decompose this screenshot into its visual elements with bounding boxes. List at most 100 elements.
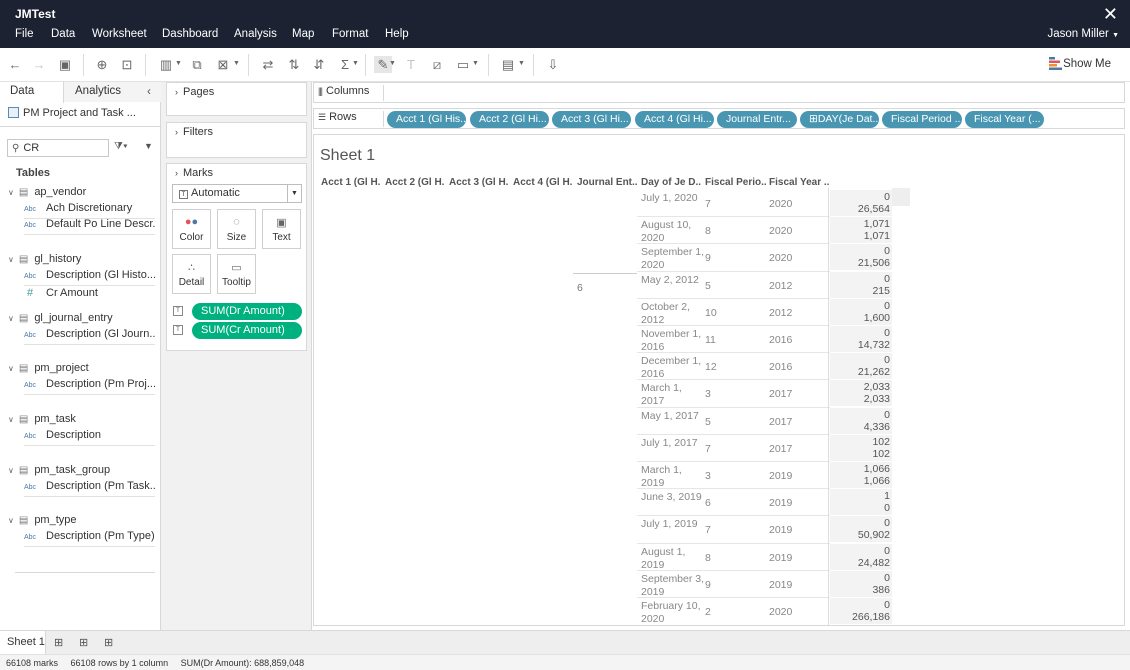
tab-data[interactable]: Data (0, 82, 64, 103)
forward-icon[interactable]: → (30, 56, 48, 73)
duplicate-sheet-icon[interactable]: ⧉ (188, 56, 206, 73)
show-me-button[interactable]: Show Me (1063, 58, 1111, 70)
show-me-icon[interactable] (1049, 57, 1062, 71)
row-pill-acct1[interactable]: Acct 1 (Gl His... (387, 111, 466, 128)
field-item[interactable]: Abc Description (Gl Journ... (24, 327, 155, 345)
new-worksheet-icon[interactable]: ⊞ (54, 636, 63, 649)
mark-type-select[interactable]: T Automatic ▼ (172, 184, 302, 203)
field-item[interactable]: Abc Description (Pm Proj... (24, 377, 155, 395)
table-ap-vendor[interactable]: ∨ ▤ ap_vendor (8, 186, 86, 198)
menu-worksheet[interactable]: Worksheet (92, 28, 147, 40)
chevron-down-icon[interactable]: ∨ (8, 466, 14, 475)
header-acct4[interactable]: Acct 4 (Gl H.. (513, 177, 573, 188)
field-item[interactable]: Abc Default Po Line Descr... (24, 217, 155, 235)
sum-dr-amount-pill[interactable]: SUM(Dr Amount) (192, 303, 302, 320)
field-item[interactable]: Abc Description (Pm Task... (24, 479, 155, 497)
pane-menu-icon[interactable]: ▼ (144, 141, 153, 151)
share-icon[interactable]: ⇩ (544, 56, 562, 73)
sort-ascending-icon[interactable]: ⇅ (285, 56, 303, 73)
header-day-je-date[interactable]: Day of Je D.. (641, 177, 703, 188)
table-pm-task[interactable]: ∨ ▤ pm_task (8, 413, 76, 425)
chevron-down-icon[interactable]: ∨ (8, 415, 14, 424)
filter-icon[interactable]: ⧩▾ (114, 141, 128, 152)
pages-card[interactable]: › Pages (166, 82, 307, 116)
chevron-down-icon[interactable]: ▼ (233, 60, 240, 67)
text-encoding-icon[interactable]: T (173, 306, 183, 316)
back-icon[interactable]: ← (6, 56, 24, 73)
header-journal-entry[interactable]: Journal Ent.. (577, 177, 637, 188)
sort-descending-icon[interactable]: ⇵ (310, 56, 328, 73)
menu-format[interactable]: Format (332, 28, 368, 40)
close-icon[interactable]: ✕ (1103, 4, 1118, 25)
row-pill-acct3[interactable]: Acct 3 (Gl Hi... (552, 111, 631, 128)
chevron-down-icon[interactable]: ∨ (8, 364, 14, 373)
cr-amount-cell: 1,600 (863, 312, 890, 324)
chevron-down-icon[interactable]: ∨ (8, 188, 14, 197)
row-pill-journal-entry[interactable]: Journal Entr... (717, 111, 797, 128)
text-encoding-icon[interactable]: T (173, 325, 183, 335)
chevron-down-icon[interactable]: ▼ (389, 60, 396, 67)
menu-data[interactable]: Data (51, 28, 75, 40)
user-menu[interactable]: Jason Miller ▼ (1048, 28, 1120, 40)
table-pm-task-group[interactable]: ∨ ▤ pm_task_group (8, 464, 110, 476)
annotate-icon[interactable]: ⧄ (428, 56, 446, 73)
row-pill-fiscal-year[interactable]: Fiscal Year (... (965, 111, 1044, 128)
datasource-item[interactable]: PM Project and Task ... (0, 103, 161, 127)
field-item[interactable]: Abc Description (24, 428, 155, 446)
new-worksheet-icon[interactable]: ▥ (157, 56, 175, 73)
header-fiscal-year[interactable]: Fiscal Year .. (769, 177, 829, 188)
rows-shelf[interactable]: ☰ Rows Acct 1 (Gl His... Acct 2 (Gl Hi...… (313, 108, 1125, 129)
chevron-down-icon[interactable]: ▼ (472, 60, 479, 67)
search-input[interactable]: ⚲ CR (7, 139, 109, 157)
collapse-pane-icon[interactable]: ‹ (147, 84, 151, 98)
new-story-icon[interactable]: ⊞ (104, 636, 113, 649)
date-cell: August 10, 2020 (641, 219, 692, 244)
menu-file[interactable]: File (15, 28, 34, 40)
header-acct2[interactable]: Acct 2 (Gl H.. (385, 177, 445, 188)
size-button[interactable]: ◌ Size (217, 209, 256, 249)
columns-shelf[interactable]: ||| Columns (313, 82, 1125, 103)
chevron-down-icon[interactable]: ∨ (8, 255, 14, 264)
header-acct3[interactable]: Acct 3 (Gl H.. (449, 177, 509, 188)
tab-sheet-1[interactable]: Sheet 1 (0, 631, 46, 654)
chevron-down-icon[interactable]: ∨ (8, 314, 14, 323)
field-item[interactable]: Abc Description (Gl Histo... (24, 268, 155, 286)
field-item[interactable]: Abc Description (Pm Type) (24, 529, 155, 547)
fit-icon[interactable]: ▭ (454, 56, 472, 73)
chevron-down-icon[interactable]: ∨ (8, 516, 14, 525)
row-pill-day-je-date[interactable]: ⊞DAY(Je Dat... (800, 111, 879, 128)
header-acct1[interactable]: Acct 1 (Gl H.. (321, 177, 381, 188)
chevron-down-icon[interactable]: ▼ (518, 60, 525, 67)
new-datasource-icon[interactable]: ⊕ (93, 56, 111, 73)
chevron-down-icon[interactable]: ▼ (175, 60, 182, 67)
table-pm-project[interactable]: ∨ ▤ pm_project (8, 362, 89, 374)
menu-map[interactable]: Map (292, 28, 314, 40)
filters-card[interactable]: › Filters (166, 122, 307, 158)
row-pill-fiscal-period[interactable]: Fiscal Period ... (882, 111, 962, 128)
sum-cr-amount-pill[interactable]: SUM(Cr Amount) (192, 322, 302, 339)
swap-icon[interactable]: ⇄ (259, 56, 277, 73)
table-pm-type[interactable]: ∨ ▤ pm_type (8, 514, 77, 526)
row-pill-acct4[interactable]: Acct 4 (Gl Hi... (635, 111, 714, 128)
menu-help[interactable]: Help (385, 28, 409, 40)
field-item[interactable]: # Cr Amount (24, 286, 155, 304)
clear-sheet-icon[interactable]: ⊠ (214, 56, 232, 73)
table-gl-journal-entry[interactable]: ∨ ▤ gl_journal_entry (8, 312, 113, 324)
text-button[interactable]: ▣ Text (262, 209, 301, 249)
show-cards-icon[interactable]: ▤ (499, 56, 517, 73)
color-button[interactable]: ●● Color (172, 209, 211, 249)
row-divider (637, 570, 830, 571)
labels-icon[interactable]: T (402, 56, 420, 73)
scrollbar[interactable] (892, 188, 910, 206)
tooltip-button[interactable]: ▭ Tooltip (217, 254, 256, 294)
pause-updates-icon[interactable]: ⊡ (118, 56, 136, 73)
header-fiscal-period[interactable]: Fiscal Perio.. (705, 177, 767, 188)
detail-button[interactable]: ∴ Detail (172, 254, 211, 294)
row-pill-acct2[interactable]: Acct 2 (Gl Hi... (470, 111, 549, 128)
save-icon[interactable]: ▣ (56, 56, 74, 73)
menu-dashboard[interactable]: Dashboard (162, 28, 218, 40)
menu-analysis[interactable]: Analysis (234, 28, 277, 40)
chevron-down-icon[interactable]: ▼ (352, 60, 359, 67)
new-dashboard-icon[interactable]: ⊞ (79, 636, 88, 649)
table-gl-history[interactable]: ∨ ▤ gl_history (8, 253, 81, 265)
